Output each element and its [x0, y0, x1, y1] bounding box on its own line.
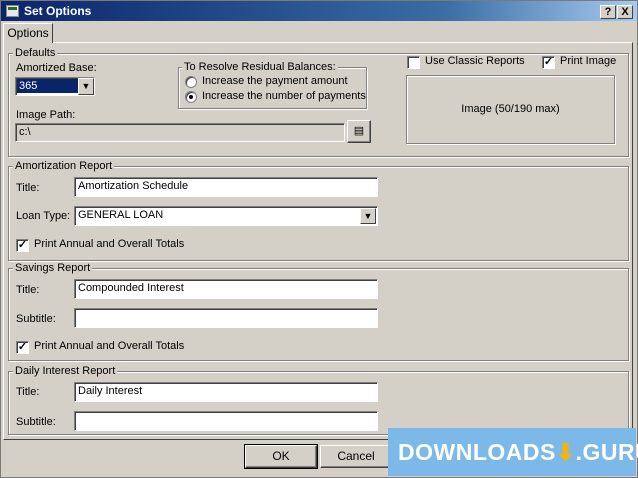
savings-report-legend: Savings Report: [13, 262, 93, 274]
close-button[interactable]: X: [617, 5, 633, 19]
watermark-text-left: DOWNLOADS: [398, 439, 556, 465]
print-image-checkbox[interactable]: ✓: [542, 56, 555, 69]
app-icon: [6, 5, 19, 17]
daily-title-field[interactable]: Daily Interest: [74, 382, 378, 402]
radio-increase-payment-label: Increase the payment amount: [202, 75, 348, 87]
radio-increase-number-label: Increase the number of payments: [202, 90, 366, 102]
downloads-guru-watermark: DOWNLOADS⬇.GURU: [388, 428, 638, 476]
use-classic-reports-label: Use Classic Reports: [425, 55, 525, 67]
download-arrow-icon: ⬇: [555, 439, 576, 465]
savings-subtitle-field[interactable]: [74, 308, 378, 328]
savings-print-totals-checkbox[interactable]: ✓: [16, 341, 29, 354]
residual-legend: To Resolve Residual Balances:: [182, 61, 338, 73]
image-preview-box[interactable]: Image (50/190 max): [406, 75, 615, 144]
daily-subtitle-label: Subtitle:: [16, 416, 56, 428]
amortization-report-legend: Amortization Report: [13, 160, 115, 172]
print-image-label: Print Image: [560, 55, 617, 67]
radio-increase-payment[interactable]: [185, 76, 197, 88]
image-box-text: Image (50/190 max): [461, 103, 560, 115]
tab-options[interactable]: Options: [3, 23, 53, 43]
amortized-base-label: Amortized Base:: [16, 62, 97, 74]
daily-title-label: Title:: [16, 386, 40, 398]
savings-title-field[interactable]: Compounded Interest: [74, 279, 378, 299]
amortization-title-field[interactable]: Amortization Schedule: [74, 177, 378, 197]
chevron-down-icon[interactable]: ▼: [78, 78, 94, 95]
savings-subtitle-label: Subtitle:: [16, 313, 56, 325]
image-path-label: Image Path:: [16, 109, 76, 121]
radio-increase-number[interactable]: [185, 91, 197, 103]
daily-subtitle-field[interactable]: [74, 411, 378, 431]
loan-type-label: Loan Type:: [16, 210, 71, 222]
help-button[interactable]: ?: [600, 5, 616, 19]
amortization-print-totals-label: Print Annual and Overall Totals: [34, 238, 185, 250]
amortization-print-totals-checkbox[interactable]: ✓: [16, 239, 29, 252]
use-classic-reports-checkbox[interactable]: [407, 56, 420, 69]
loan-type-dropdown-icon[interactable]: ▼: [360, 208, 376, 224]
daily-interest-report-legend: Daily Interest Report: [13, 365, 118, 377]
savings-print-totals-label: Print Annual and Overall Totals: [34, 340, 185, 352]
savings-title-label: Title:: [16, 284, 40, 296]
amortized-base-value: 365: [17, 79, 78, 93]
amortization-title-label: Title:: [16, 182, 40, 194]
image-path-field[interactable]: c:\: [15, 123, 345, 142]
defaults-legend: Defaults: [13, 47, 58, 59]
title-bar[interactable]: Set Options ? X: [1, 1, 637, 21]
watermark-text-right: .GURU: [575, 439, 638, 465]
window-title: Set Options: [24, 4, 92, 18]
loan-type-select[interactable]: GENERAL LOAN: [74, 206, 378, 226]
folder-browse-icon[interactable]: ▤: [347, 120, 371, 143]
ok-button[interactable]: OK: [244, 444, 318, 469]
cancel-button[interactable]: Cancel: [320, 445, 392, 468]
residual-balances-group: [178, 67, 367, 109]
